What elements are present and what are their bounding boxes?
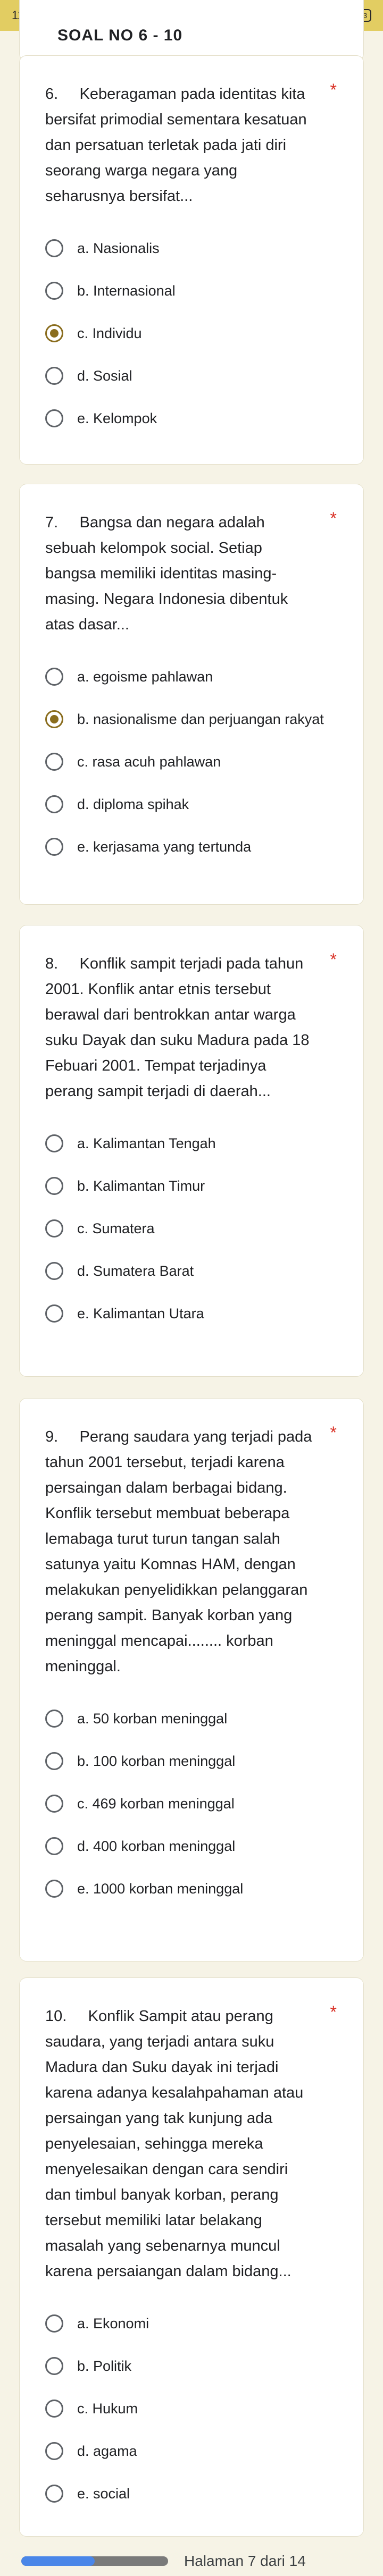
required-asterisk: * (330, 1423, 337, 1442)
radio-button[interactable] (45, 409, 63, 427)
option-label: e. Kelompok (77, 410, 157, 426)
option-label: e. kerjasama yang tertunda (77, 839, 252, 855)
page-footer: Halaman 7 dari 14 (0, 2546, 383, 2576)
option-label: c. Hukum (77, 2401, 138, 2417)
question-card: * 7. Bangsa dan negara adalah sebuah kelo… (19, 484, 364, 905)
option-label: a. Kalimantan Tengah (77, 1135, 216, 1151)
page-indicator: Halaman 7 dari 14 (184, 2553, 306, 2569)
radio-button[interactable] (45, 2357, 63, 2375)
option-label: d. agama (77, 2443, 137, 2459)
radio-button[interactable] (45, 1134, 63, 1152)
radio-button[interactable] (45, 282, 63, 300)
answer-option[interactable]: d. 400 korban meninggal (45, 1825, 336, 1867)
option-label: b. Internasional (77, 283, 176, 299)
radio-button[interactable] (45, 1880, 63, 1898)
question-text: 8. Konflik sampit terjadi pada tahun 200… (45, 955, 314, 1100)
required-asterisk: * (330, 80, 337, 99)
option-label: b. Kalimantan Timur (77, 1178, 205, 1194)
answer-option[interactable]: c. rasa acuh pahlawan (45, 740, 336, 783)
option-label: a. egoisme pahlawan (77, 669, 213, 685)
answer-option[interactable]: b. nasionalisme dan perjuangan rakyat (45, 698, 336, 740)
radio-button[interactable] (45, 1219, 63, 1238)
answer-option[interactable]: e. Kelompok (45, 397, 336, 440)
radio-button[interactable] (45, 367, 63, 385)
answer-option[interactable]: e. social (45, 2472, 336, 2515)
section-title: SOAL NO 6 - 10 (57, 27, 183, 44)
answer-option[interactable]: b. Internasional (45, 270, 336, 312)
answer-option[interactable]: c. Sumatera (45, 1207, 336, 1250)
answer-option[interactable]: a. Nasionalis (45, 227, 336, 270)
option-label: c. Sumatera (77, 1220, 155, 1236)
answer-option[interactable]: a. egoisme pahlawan (45, 655, 336, 698)
question-text: 6. Keberagaman pada identitas kita bersi… (45, 86, 311, 205)
question-card: * 10. Konflik Sampit atau perang saudara,… (19, 1977, 364, 2537)
option-label: b. nasionalisme dan perjuangan rakyat (77, 711, 324, 727)
question-text: 9. Perang saudara yang terjadi pada tahu… (45, 1428, 317, 1675)
question-text: 7. Bangsa dan negara adalah sebuah kelom… (45, 514, 293, 633)
answer-option[interactable]: b. Politik (45, 2345, 336, 2387)
radio-button[interactable] (45, 1795, 63, 1813)
answer-option[interactable]: a. 50 korban meninggal (45, 1697, 336, 1740)
required-asterisk: * (330, 2002, 337, 2022)
radio-button[interactable] (45, 1304, 63, 1323)
answer-option[interactable]: b. Kalimantan Timur (45, 1165, 336, 1207)
question-card: * 6. Keberagaman pada identitas kita bers… (19, 55, 364, 465)
radio-button[interactable] (45, 1837, 63, 1855)
option-label: c. 469 korban meninggal (77, 1796, 235, 1812)
radio-button[interactable] (45, 795, 63, 813)
radio-button[interactable] (45, 2400, 63, 2418)
answer-option[interactable]: c. Individu (45, 312, 336, 355)
progress-fill (21, 2556, 95, 2566)
answer-option[interactable]: b. 100 korban meninggal (45, 1740, 336, 1782)
option-label: c. rasa acuh pahlawan (77, 754, 221, 770)
radio-button[interactable] (45, 1177, 63, 1195)
answer-option[interactable]: d. agama (45, 2430, 336, 2472)
radio-button[interactable] (45, 1752, 63, 1770)
radio-button[interactable] (45, 2485, 63, 2503)
option-label: d. Sumatera Barat (77, 1263, 194, 1279)
option-label: b. Politik (77, 2358, 132, 2374)
answer-option[interactable]: c. Hukum (45, 2387, 336, 2430)
option-label: b. 100 korban meninggal (77, 1753, 236, 1769)
radio-button[interactable] (45, 838, 63, 856)
radio-button[interactable] (45, 1262, 63, 1280)
radio-button[interactable] (45, 668, 63, 686)
required-asterisk: * (330, 950, 337, 969)
answer-option[interactable]: d. Sumatera Barat (45, 1250, 336, 1292)
option-label: a. 50 korban meninggal (77, 1711, 228, 1727)
option-label: d. diploma spihak (77, 796, 189, 812)
radio-button-checked[interactable] (45, 710, 63, 728)
question-card: * 8. Konflik sampit terjadi pada tahun 20… (19, 925, 364, 1377)
answer-option[interactable]: e. Kalimantan Utara (45, 1292, 336, 1335)
radio-button[interactable] (45, 239, 63, 257)
question-card: * 9. Perang saudara yang terjadi pada tah… (19, 1398, 364, 1962)
answer-option[interactable]: e. kerjasama yang tertunda (45, 826, 336, 868)
radio-button[interactable] (45, 2442, 63, 2460)
option-label: e. Kalimantan Utara (77, 1306, 204, 1321)
radio-button-checked[interactable] (45, 324, 63, 342)
radio-button[interactable] (45, 753, 63, 771)
option-label: a. Ekonomi (77, 2316, 149, 2331)
radio-button[interactable] (45, 1710, 63, 1728)
option-label: c. Individu (77, 325, 142, 341)
option-label: e. 1000 korban meninggal (77, 1881, 244, 1897)
progress-bar (21, 2556, 168, 2566)
option-label: d. 400 korban meninggal (77, 1838, 236, 1854)
required-asterisk: * (330, 509, 337, 528)
answer-option[interactable]: a. Ekonomi (45, 2302, 336, 2345)
option-label: d. Sosial (77, 368, 132, 384)
answer-option[interactable]: a. Kalimantan Tengah (45, 1122, 336, 1165)
answer-option[interactable]: d. diploma spihak (45, 783, 336, 826)
question-text: 10. Konflik Sampit atau perang saudara, … (45, 2008, 308, 2280)
option-label: e. social (77, 2486, 130, 2502)
answer-option[interactable]: e. 1000 korban meninggal (45, 1867, 336, 1910)
radio-button[interactable] (45, 2314, 63, 2333)
option-label: a. Nasionalis (77, 240, 160, 256)
answer-option[interactable]: d. Sosial (45, 355, 336, 397)
answer-option[interactable]: c. 469 korban meninggal (45, 1782, 336, 1825)
